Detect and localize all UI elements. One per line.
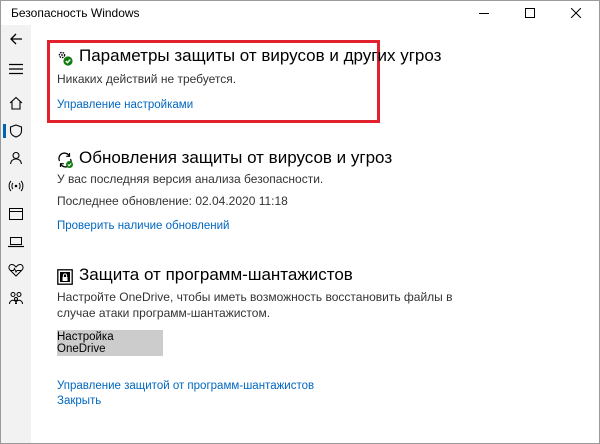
shield-icon xyxy=(9,124,23,138)
sidebar-item-device-security[interactable] xyxy=(1,229,31,255)
ransomware-protection-link[interactable]: Управление защитой от программ-шантажист… xyxy=(57,380,314,392)
minimize-button[interactable] xyxy=(461,1,507,25)
sidebar-item-home[interactable] xyxy=(1,90,31,116)
sidebar-item-virus-protection[interactable] xyxy=(1,118,31,144)
folder-lock-icon xyxy=(57,269,73,285)
gears-check-icon xyxy=(58,51,73,66)
manage-settings-link[interactable]: Управление настройками xyxy=(57,99,193,111)
sidebar-item-device-health[interactable] xyxy=(1,257,31,283)
onedrive-setup-button[interactable]: Настройка OneDrive xyxy=(57,330,163,356)
updates-heading: Обновления защиты от вирусов и угроз xyxy=(79,148,393,167)
ransomware-description-line2: случае атаки программ-шантажистом. xyxy=(57,306,271,320)
maximize-icon xyxy=(525,8,535,18)
check-updates-link[interactable]: Проверить наличие обновлений xyxy=(57,220,229,232)
sidebar-item-family-options[interactable] xyxy=(1,285,31,311)
maximize-button[interactable] xyxy=(507,1,553,25)
virus-settings-status: Никаких действий не требуется. xyxy=(57,72,237,86)
virus-settings-heading: Параметры защиты от вирусов и других угр… xyxy=(79,46,442,65)
laptop-icon xyxy=(8,237,24,248)
back-button[interactable] xyxy=(1,26,31,52)
title-bar: Безопасность Windows xyxy=(1,1,599,25)
person-icon xyxy=(9,151,23,165)
sidebar-item-app-browser[interactable] xyxy=(1,201,31,227)
wireless-icon xyxy=(8,180,24,192)
ransomware-heading: Защита от программ-шантажистов xyxy=(79,265,353,284)
windows-security-window: Безопасность Windows Параметры защиты от… xyxy=(0,0,600,444)
heart-pulse-icon xyxy=(8,263,24,277)
hamburger-menu-icon xyxy=(9,63,23,75)
ransomware-description-line1: Настройте OneDrive, чтобы иметь возможно… xyxy=(57,290,453,304)
sidebar-item-firewall[interactable] xyxy=(1,173,31,199)
back-arrow-icon xyxy=(10,33,22,45)
home-icon xyxy=(9,96,23,110)
close-icon xyxy=(571,8,581,18)
sidebar xyxy=(1,25,31,443)
menu-button[interactable] xyxy=(1,56,31,82)
updates-status: У вас последняя версия анализа безопасно… xyxy=(57,172,324,186)
family-icon xyxy=(9,292,23,305)
minimize-icon xyxy=(479,13,489,14)
dismiss-link[interactable]: Закрыть xyxy=(57,395,101,407)
last-update-text: Последнее обновление: 02.04.2020 11:18 xyxy=(57,194,288,208)
refresh-shield-icon xyxy=(58,152,73,168)
sidebar-item-account[interactable] xyxy=(1,145,31,171)
app-browser-icon xyxy=(9,208,23,220)
window-title: Безопасность Windows xyxy=(11,6,140,20)
main-content: Параметры защиты от вирусов и других угр… xyxy=(31,25,599,443)
close-button[interactable] xyxy=(553,1,599,25)
